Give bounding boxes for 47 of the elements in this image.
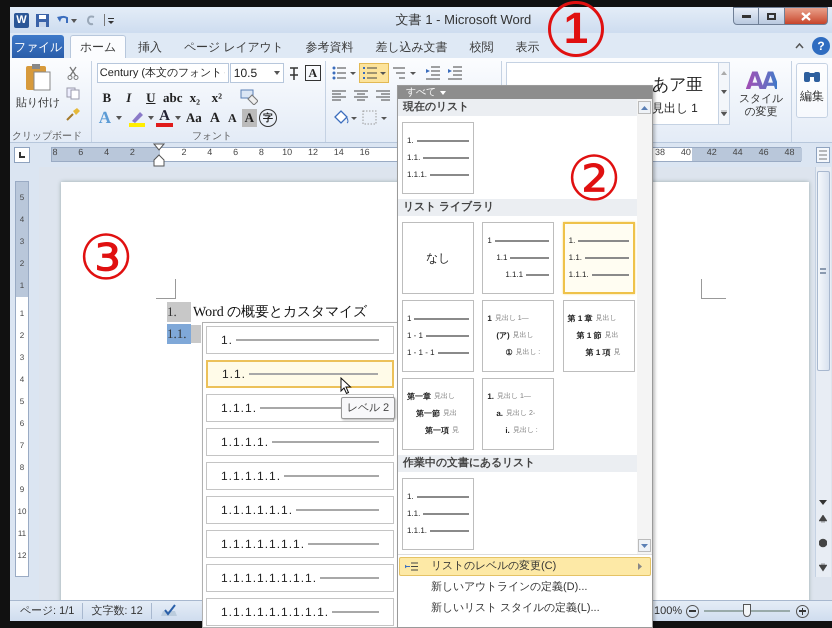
ruler-number: 4 — [20, 374, 24, 386]
ruler-number: 46 — [758, 146, 770, 159]
ruler-number: 4 — [103, 146, 110, 159]
ruler-number: 2 — [20, 330, 24, 342]
ruler-number: 16 — [358, 146, 371, 159]
ruler-number: 6 — [232, 146, 240, 159]
ruler-number: 3 — [20, 236, 24, 248]
ruler-number: 10 — [281, 146, 294, 159]
style-sample: あア亜 — [652, 74, 703, 96]
ruler-number: 12 — [306, 146, 319, 159]
ruler-number: 3 — [20, 352, 24, 364]
ruler-number: 38 — [654, 146, 666, 159]
ruler-number: 1 — [20, 280, 24, 292]
section-heading: 現在のリスト — [398, 99, 637, 116]
ruler-number: 14 — [332, 146, 345, 159]
ruler-number: 2 — [128, 146, 136, 159]
list-number: 1.1. — [166, 324, 191, 344]
section-heading: 作業中の文書にあるリスト — [398, 455, 637, 472]
ruler-number: 2 — [20, 258, 24, 270]
ruler-number: 10 — [18, 506, 26, 518]
ruler-number: 4 — [206, 146, 214, 159]
document-text: Word の概要とカスタマイズ — [192, 304, 368, 322]
ruler-number: 5 — [20, 192, 24, 204]
ruler-number: 6 — [77, 146, 84, 159]
annotation-number: ③ — [77, 222, 135, 294]
ruler-number: 1 — [20, 308, 24, 320]
window-title: 文書 1 - Microsoft Word — [396, 11, 532, 30]
group-label: フォント — [192, 130, 232, 144]
ruler-number: 4 — [20, 214, 24, 226]
ruler-number: 7 — [20, 440, 24, 452]
ruler-number: 8 — [51, 146, 58, 159]
group-label: クリップボード — [12, 130, 82, 144]
ruler-number: 9 — [20, 484, 24, 496]
ruler-number: 5 — [20, 396, 24, 408]
ruler-number: 44 — [732, 146, 744, 159]
ruler-number: 40 — [680, 146, 692, 159]
ruler-number: 8 — [20, 462, 24, 474]
ruler-number: 2 — [180, 146, 188, 159]
ruler-number: 8 — [258, 146, 265, 159]
ruler-number: 6 — [20, 418, 24, 430]
ruler-number: 11 — [18, 528, 26, 540]
tooltip: レベル 2 — [341, 397, 396, 419]
ruler-number: 42 — [706, 146, 718, 159]
list-number: 1. — [166, 302, 191, 322]
ruler-number: 12 — [18, 550, 26, 562]
style-name: 見出し 1 — [652, 100, 698, 117]
ruler-number: 48 — [783, 146, 796, 159]
